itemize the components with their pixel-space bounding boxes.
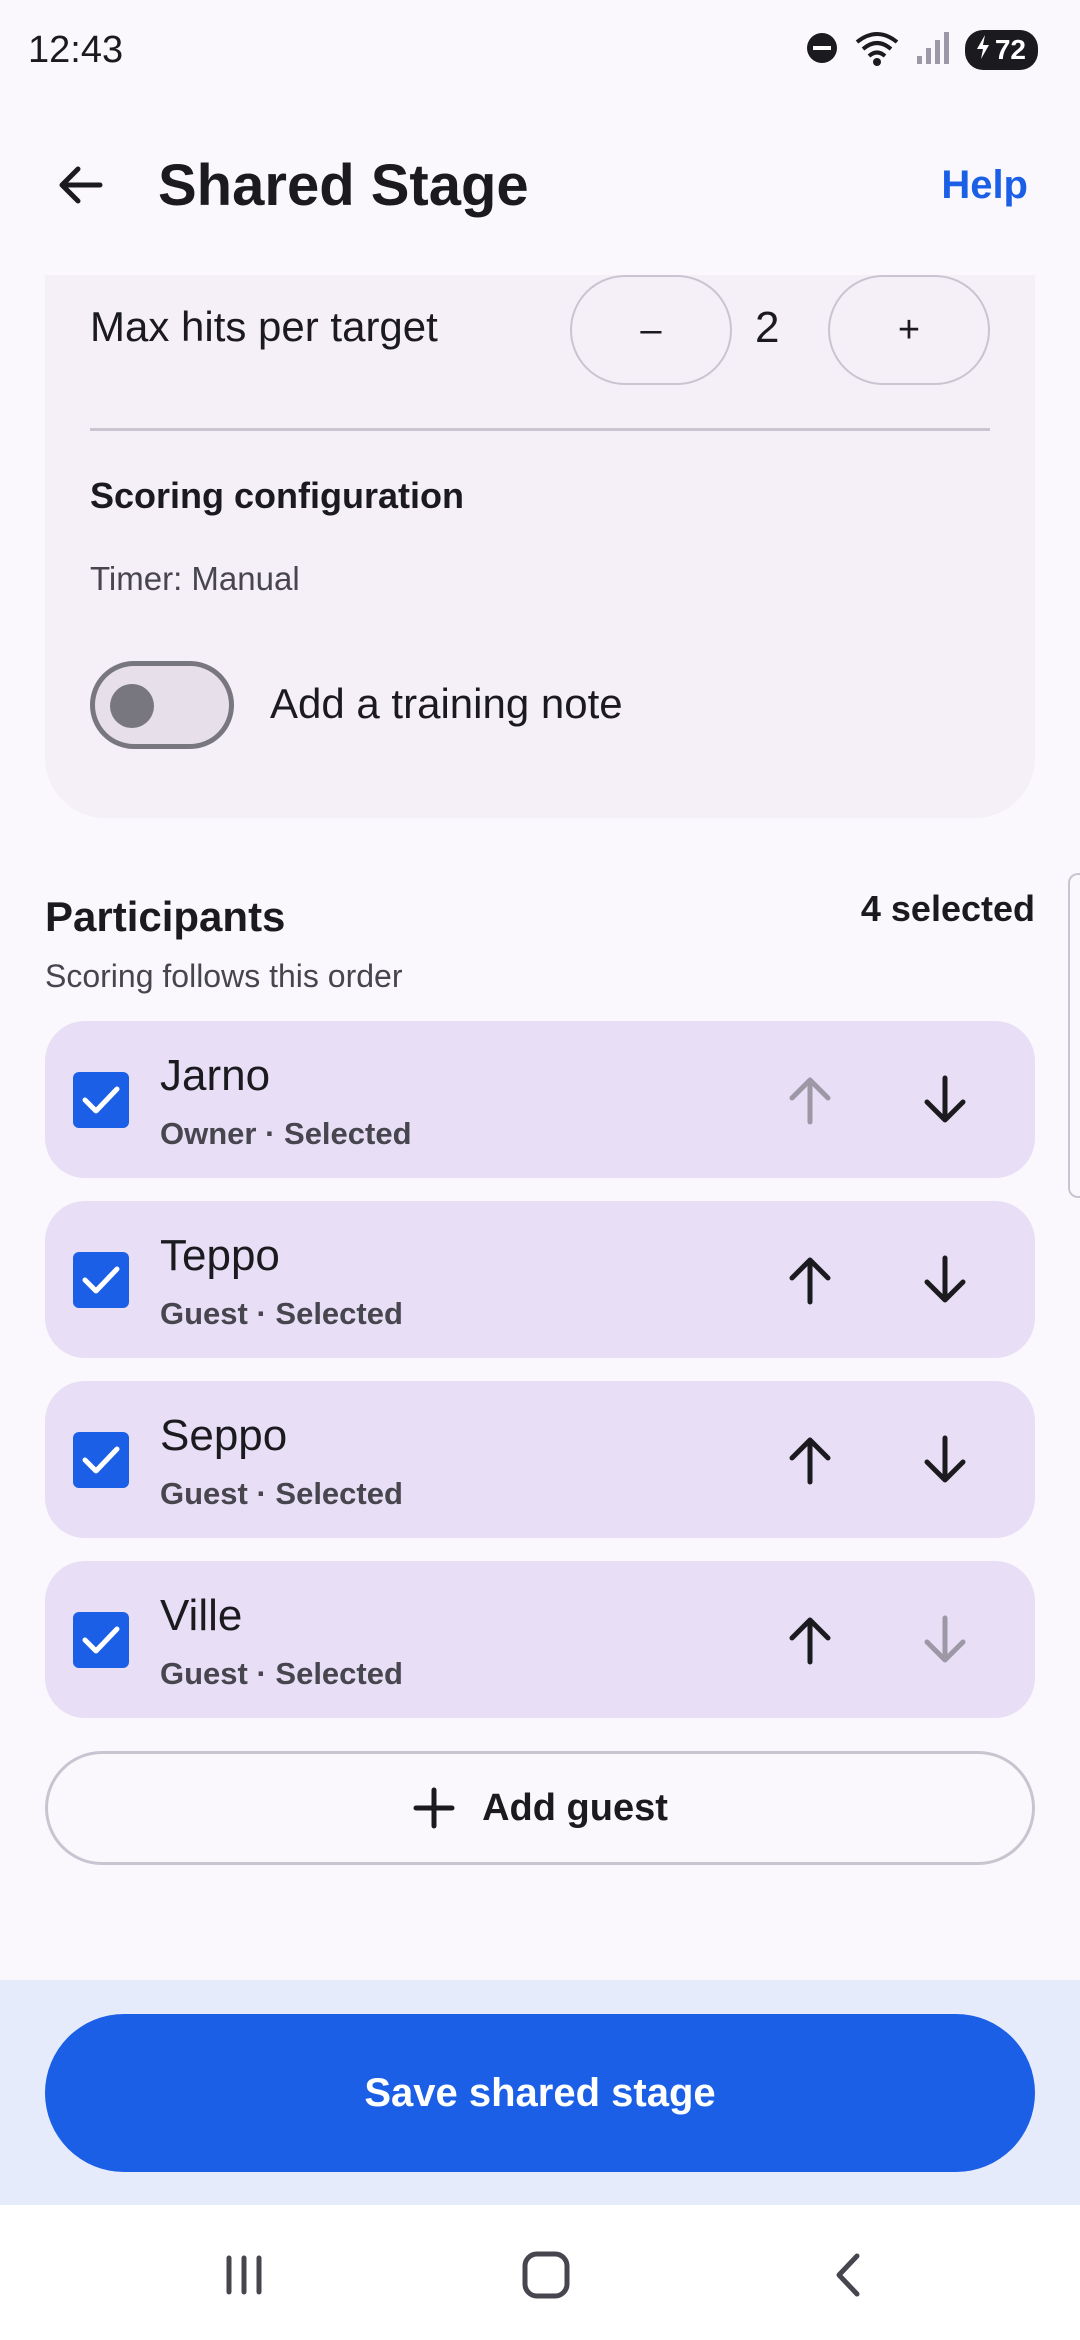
toggle-knob: [110, 684, 154, 728]
stage-settings-card: Max hits per target – 2 + Scoring config…: [45, 275, 1035, 818]
move-up-button[interactable]: [765, 1415, 855, 1505]
back-nav-button[interactable]: [800, 2235, 900, 2315]
participant-name: Seppo: [160, 1411, 288, 1460]
move-down-button[interactable]: [900, 1055, 990, 1145]
check-icon: [82, 1086, 120, 1114]
divider: [90, 428, 990, 431]
move-up-button[interactable]: [765, 1595, 855, 1685]
move-down-button[interactable]: [900, 1235, 990, 1325]
battery-charging-icon: [975, 34, 991, 66]
arrow-down-icon: [924, 1615, 966, 1663]
timer-text: Timer: Manual: [90, 560, 300, 597]
arrow-up-icon: [789, 1257, 831, 1305]
max-hits-label: Max hits per target: [90, 303, 438, 350]
participant-checkbox[interactable]: [73, 1072, 129, 1128]
battery-indicator: 72: [964, 30, 1038, 70]
back-nav-icon: [836, 2253, 860, 2297]
participant-row-jarno[interactable]: Jarno Owner · Selected: [45, 1021, 1035, 1178]
scrollbar[interactable]: [1068, 873, 1080, 1198]
selected-count: 4 selected: [860, 888, 1035, 929]
arrow-down-icon: [924, 1435, 966, 1483]
recent-apps-button[interactable]: [194, 2235, 294, 2315]
bottom-action-panel: Save shared stage: [0, 1980, 1080, 2205]
add-guest-label: Add guest: [482, 1786, 668, 1829]
participant-row-teppo[interactable]: Teppo Guest · Selected: [45, 1201, 1035, 1358]
status-icons: 72: [805, 28, 1038, 73]
move-up-button[interactable]: [765, 1235, 855, 1325]
participant-role: Guest · Selected: [160, 1476, 403, 1511]
battery-level: 72: [994, 34, 1026, 65]
recent-apps-icon: [226, 2255, 262, 2295]
home-button[interactable]: [496, 2235, 596, 2315]
decrease-button[interactable]: –: [570, 275, 732, 385]
status-bar: 12:43 72: [0, 0, 1080, 100]
max-hits-value: 2: [755, 303, 780, 352]
participant-row-ville[interactable]: Ville Guest · Selected: [45, 1561, 1035, 1718]
participant-name: Ville: [160, 1591, 243, 1640]
arrow-up-icon: [789, 1437, 831, 1485]
do-not-disturb-icon: [805, 31, 839, 70]
wifi-icon: [853, 28, 901, 73]
arrow-up-icon: [789, 1077, 831, 1125]
page-title: Shared Stage: [158, 152, 529, 218]
participant-checkbox[interactable]: [73, 1612, 129, 1668]
participant-role: Guest · Selected: [160, 1656, 403, 1691]
home-icon: [522, 2251, 570, 2299]
participant-role: Guest · Selected: [160, 1296, 403, 1331]
back-button[interactable]: [40, 145, 120, 225]
plus-icon: [413, 1787, 455, 1829]
move-up-button[interactable]: [765, 1055, 855, 1145]
increase-button[interactable]: +: [828, 275, 990, 385]
participant-name: Teppo: [160, 1231, 280, 1280]
save-shared-stage-button[interactable]: Save shared stage: [45, 2014, 1035, 2172]
move-down-button[interactable]: [900, 1415, 990, 1505]
add-guest-button[interactable]: Add guest: [45, 1751, 1035, 1865]
arrow-up-icon: [789, 1617, 831, 1665]
participant-row-seppo[interactable]: Seppo Guest · Selected: [45, 1381, 1035, 1538]
training-note-toggle[interactable]: [90, 661, 234, 749]
status-time: 12:43: [28, 28, 124, 71]
participant-name: Jarno: [160, 1051, 271, 1100]
help-link[interactable]: Help: [941, 163, 1028, 208]
participants-subtitle: Scoring follows this order: [45, 958, 403, 994]
scoring-config-title: Scoring configuration: [90, 475, 464, 516]
arrow-back-icon: [59, 166, 103, 204]
check-icon: [82, 1266, 120, 1294]
check-icon: [82, 1446, 120, 1474]
system-nav-bar: [0, 2205, 1080, 2340]
participant-role: Owner · Selected: [160, 1116, 412, 1151]
participant-checkbox[interactable]: [73, 1432, 129, 1488]
signal-icon: [915, 30, 951, 71]
participant-checkbox[interactable]: [73, 1252, 129, 1308]
top-app-bar: Shared Stage Help: [0, 130, 1080, 240]
training-note-label: Add a training note: [270, 680, 623, 727]
check-icon: [82, 1626, 120, 1654]
arrow-down-icon: [924, 1075, 966, 1123]
save-label: Save shared stage: [364, 2070, 716, 2115]
participants-title: Participants: [45, 893, 286, 940]
move-down-button[interactable]: [900, 1595, 990, 1685]
arrow-down-icon: [924, 1255, 966, 1303]
